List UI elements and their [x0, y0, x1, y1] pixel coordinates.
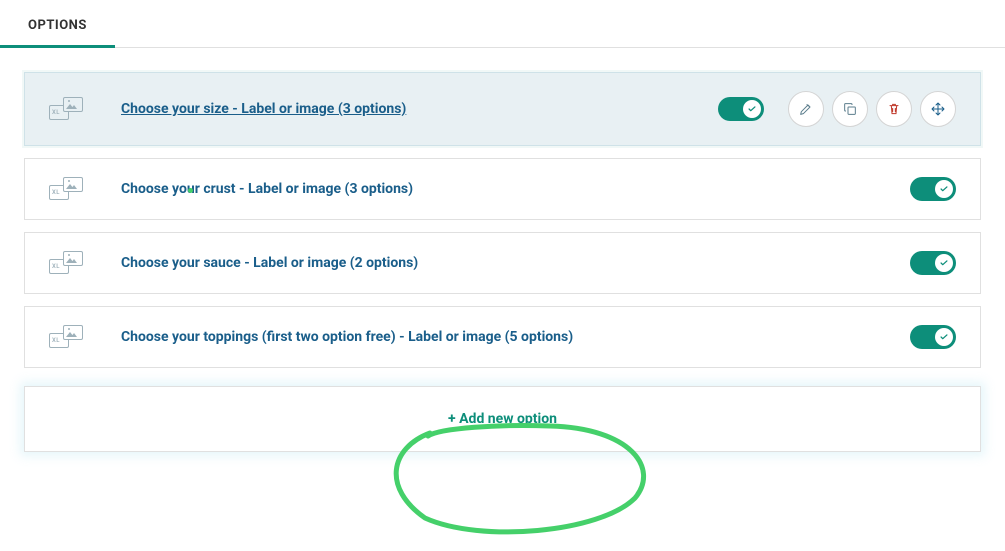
move-button[interactable]	[920, 91, 956, 127]
option-label: Choose your crust - Label or image (3 op…	[121, 181, 910, 197]
tab-bar: OPTIONS	[0, 0, 1005, 48]
annotation-dot	[188, 188, 193, 193]
check-icon	[935, 328, 953, 346]
copy-button[interactable]	[832, 91, 868, 127]
option-label: Choose your sauce - Label or image (2 op…	[121, 255, 910, 271]
options-container: XL Choose your size - Label or image (3 …	[0, 48, 1005, 462]
row-actions	[788, 91, 956, 127]
toggle-switch[interactable]	[910, 251, 956, 275]
check-icon	[935, 180, 953, 198]
option-row[interactable]: XL Choose your size - Label or image (3 …	[24, 72, 981, 146]
check-icon	[743, 100, 761, 118]
option-row[interactable]: XL Choose your crust - Label or image (3…	[24, 158, 981, 220]
option-row[interactable]: XL Choose your sauce - Label or image (2…	[24, 232, 981, 294]
size-image-icon: XL	[49, 97, 89, 121]
option-label: Choose your size - Label or image (3 opt…	[121, 101, 718, 117]
check-icon	[935, 254, 953, 272]
edit-button[interactable]	[788, 91, 824, 127]
delete-button[interactable]	[876, 91, 912, 127]
toggle-switch[interactable]	[910, 325, 956, 349]
size-image-icon: XL	[49, 251, 89, 275]
size-image-icon: XL	[49, 325, 89, 349]
option-label: Choose your toppings (first two option f…	[121, 329, 910, 345]
size-image-icon: XL	[49, 177, 89, 201]
option-row[interactable]: XL Choose your toppings (first two optio…	[24, 306, 981, 368]
tab-options[interactable]: OPTIONS	[0, 8, 115, 48]
toggle-switch[interactable]	[910, 177, 956, 201]
toggle-switch[interactable]	[718, 97, 764, 121]
add-new-option-button[interactable]: + Add new option	[24, 386, 981, 452]
